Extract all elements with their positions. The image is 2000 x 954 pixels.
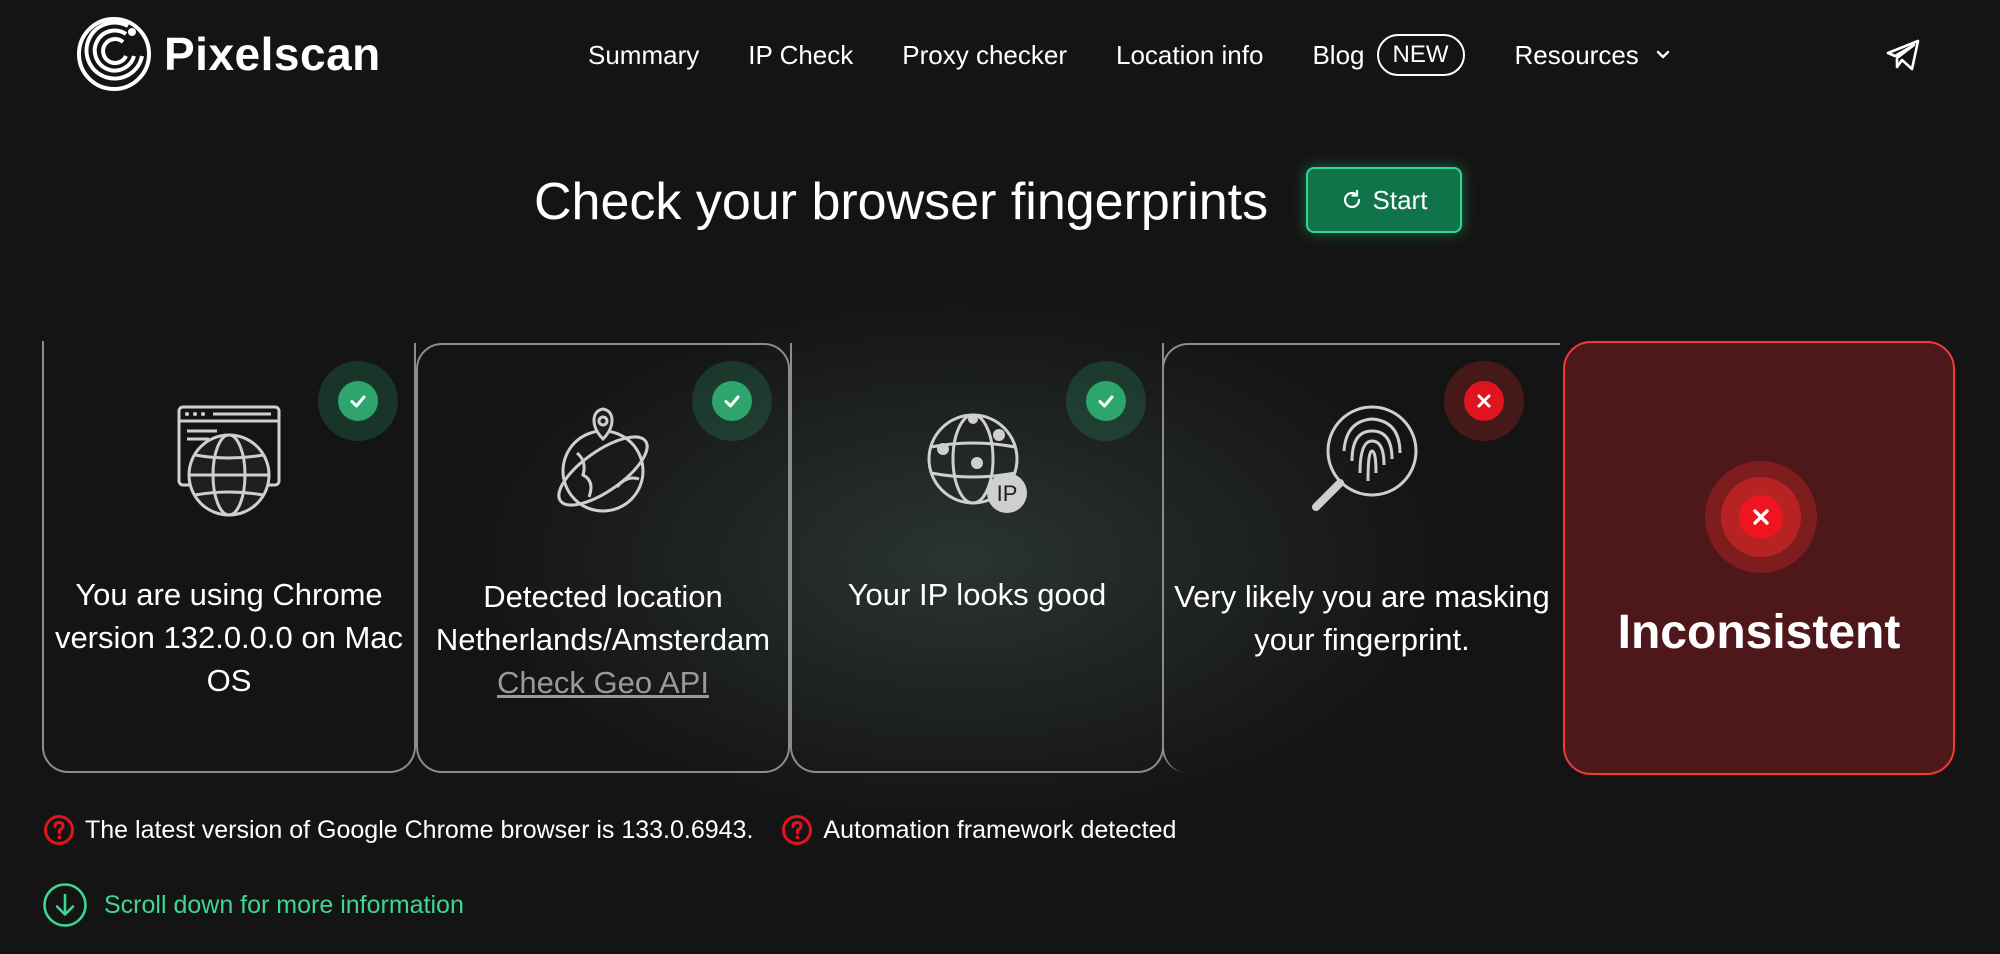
- status-ok-badge: [318, 361, 398, 441]
- nav-summary[interactable]: Summary: [588, 40, 699, 71]
- browser-globe-icon: [177, 405, 281, 517]
- ip-network-icon: IP: [927, 413, 1027, 513]
- check-icon: [350, 395, 366, 408]
- check-icon: [1098, 395, 1114, 408]
- status-error-badge: [1444, 361, 1524, 441]
- close-icon: [1477, 394, 1491, 408]
- refresh-icon: [1343, 189, 1360, 209]
- result-label: Inconsistent: [1617, 606, 1901, 659]
- question-icon[interactable]: [43, 814, 75, 846]
- logo-text: Pixelscan: [164, 28, 381, 80]
- nav-proxy-checker[interactable]: Proxy checker: [902, 40, 1067, 71]
- location-card-text: Detected location Netherlands/Amsterdam …: [418, 575, 788, 704]
- arrow-down-circle-icon: [43, 883, 87, 927]
- browser-card: You are using Chrome version 132.0.0.0 o…: [42, 341, 416, 773]
- new-badge: NEW: [1376, 34, 1465, 76]
- warnings-row: The latest version of Google Chrome brow…: [43, 814, 1204, 846]
- pixelscan-logo-icon: [77, 17, 151, 91]
- question-icon[interactable]: [781, 814, 813, 846]
- location-text: Detected location Netherlands/Amsterdam: [435, 579, 771, 657]
- browser-card-text: You are using Chrome version 132.0.0.0 o…: [54, 577, 404, 698]
- nav-blog-label: Blog: [1312, 39, 1365, 70]
- telegram-icon[interactable]: [1884, 36, 1922, 74]
- status-ok-badge: [692, 361, 772, 441]
- ip-card-text: Your IP looks good: [847, 577, 1107, 612]
- start-button[interactable]: Start: [1306, 167, 1462, 233]
- chevron-down-icon: [1656, 50, 1669, 59]
- ip-card: IP Your IP looks good: [790, 343, 1164, 773]
- check-geo-api-link[interactable]: Check Geo API: [497, 665, 709, 700]
- warning-text: Automation framework detected: [823, 815, 1177, 844]
- fingerprint-card: Very likely you are masking your fingerp…: [1162, 343, 1560, 773]
- scroll-down-hint[interactable]: Scroll down for more information: [42, 882, 464, 928]
- close-icon: [1753, 509, 1769, 525]
- status-error-badge: [1705, 461, 1817, 573]
- result-card: Inconsistent: [1563, 341, 1955, 775]
- warning-text: The latest version of Google Chrome brow…: [85, 815, 754, 844]
- fingerprint-card-text: Very likely you are masking your fingerp…: [1174, 579, 1550, 657]
- svg-text:IP: IP: [997, 481, 1018, 506]
- fingerprint-search-icon: [1312, 405, 1418, 511]
- main-nav: Summary IP Check Proxy checker Location …: [588, 34, 1720, 76]
- nav-ip-check[interactable]: IP Check: [748, 40, 853, 71]
- nav-resources[interactable]: Resources: [1515, 40, 1671, 71]
- nav-blog[interactable]: Blog NEW: [1312, 34, 1514, 76]
- page-title: Check your browser fingerprints: [534, 173, 1269, 231]
- logo[interactable]: Pixelscan: [76, 16, 381, 92]
- nav-resources-label: Resources: [1514, 39, 1639, 70]
- status-ok-badge: [1066, 361, 1146, 441]
- site-header: Pixelscan Summary IP Check Proxy checker…: [0, 0, 2000, 110]
- warning-item: The latest version of Google Chrome brow…: [43, 814, 753, 846]
- location-card: Detected location Netherlands/Amsterdam …: [416, 343, 790, 773]
- check-icon: [724, 395, 740, 408]
- warning-item: Automation framework detected: [781, 814, 1176, 846]
- start-button-label: Start: [1372, 184, 1428, 215]
- globe-location-icon: [557, 407, 649, 513]
- scroll-hint-text: Scroll down for more information: [104, 890, 464, 919]
- nav-location-info[interactable]: Location info: [1116, 40, 1263, 71]
